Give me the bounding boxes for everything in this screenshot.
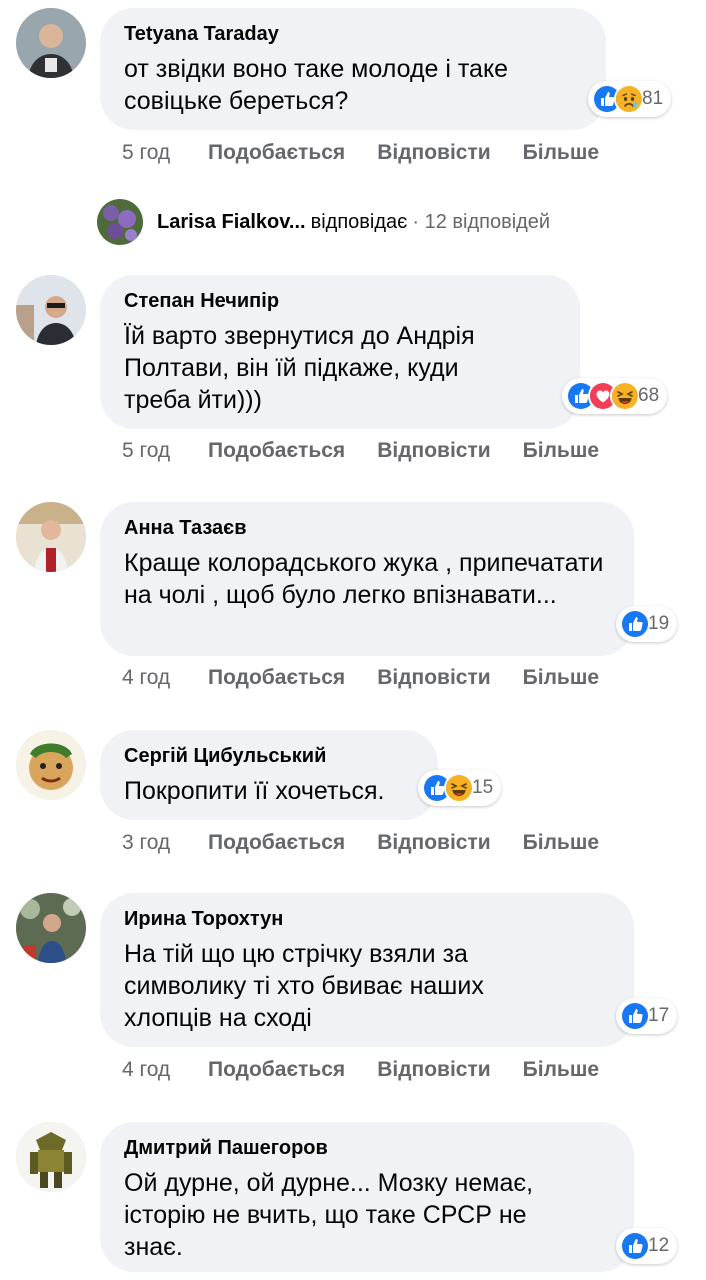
comment-time[interactable]: 5 год [122, 438, 208, 464]
reactions-badge[interactable]: 15 [418, 770, 502, 806]
reaction-count: 12 [648, 1235, 670, 1256]
more-button[interactable]: Більше [523, 438, 599, 464]
more-button[interactable]: Більше [523, 830, 599, 856]
replier-avatar [97, 199, 143, 245]
reactions-badge[interactable]: 68 [562, 378, 668, 414]
like-button[interactable]: Подобається [208, 1057, 345, 1083]
comment-bubble: Сергій Цибульський Покропити її хочеться… [100, 730, 438, 820]
sad-icon [614, 84, 644, 114]
comment-bubble: Анна Тазаєв Краще колорадського жука , п… [100, 502, 634, 656]
more-button[interactable]: Більше [523, 1057, 599, 1083]
view-replies-link[interactable]: Larisa Fialkov... відповідає · 12 відпов… [97, 198, 550, 246]
comment-text: Ой дурне, ой дурне... Мозку немає, істор… [124, 1169, 534, 1261]
comment-time[interactable]: 5 год [122, 140, 208, 166]
reaction-count: 15 [472, 777, 494, 798]
comment-author[interactable]: Ирина Торохтун [124, 906, 610, 932]
comment-author[interactable]: Анна Тазаєв [124, 515, 610, 541]
reactions-badge[interactable]: 12 [616, 1228, 678, 1264]
like-button[interactable]: Подобається [208, 665, 345, 691]
comment-text: Краще колорадського жука , припечатати н… [124, 549, 604, 609]
avatar[interactable] [16, 275, 86, 345]
reply-button[interactable]: Відповісти [377, 665, 490, 691]
comment-author[interactable]: Дмитрий Пашегоров [124, 1135, 610, 1161]
replies-verb: відповідає [310, 210, 408, 233]
like-icon [620, 1001, 650, 1031]
avatar[interactable] [16, 8, 86, 78]
more-button[interactable]: Більше [523, 665, 599, 691]
comment-bubble: Ирина Торохтун На тій що цю стрічку взял… [100, 893, 634, 1047]
reactions-badge[interactable]: 19 [616, 606, 678, 642]
comment-text: Їй варто звернутися до Андрія Полтави, в… [124, 322, 475, 414]
avatar[interactable] [16, 730, 86, 800]
comment-time[interactable]: 4 год [122, 665, 208, 691]
reply-button[interactable]: Відповісти [377, 438, 490, 464]
haha-icon [610, 381, 640, 411]
reply-button[interactable]: Відповісти [377, 1057, 490, 1083]
comment-author[interactable]: Сергій Цибульський [124, 743, 414, 769]
comment-text: от звідки воно таке молоде і таке совіць… [124, 55, 509, 115]
comment-author[interactable]: Tetyana Taraday [124, 21, 582, 47]
comment-actions: 3 год Подобається Відповісти Більше [122, 830, 631, 856]
comment-actions: 4 год Подобається Відповісти Більше [122, 665, 631, 691]
like-button[interactable]: Подобається [208, 830, 345, 856]
like-icon [620, 609, 650, 639]
reaction-count: 19 [648, 613, 670, 634]
more-button[interactable]: Більше [523, 140, 599, 166]
comment-text: На тій що цю стрічку взяли за символику … [124, 940, 484, 1032]
reaction-count: 17 [648, 1005, 670, 1026]
comment-time[interactable]: 4 год [122, 1057, 208, 1083]
comment-actions: 5 год Подобається Відповісти Більше [122, 140, 631, 166]
reaction-count: 81 [642, 88, 664, 109]
comment-author[interactable]: Степан Нечипір [124, 288, 556, 314]
avatar[interactable] [16, 1122, 86, 1192]
avatar[interactable] [16, 893, 86, 963]
like-button[interactable]: Подобається [208, 438, 345, 464]
reaction-count: 68 [638, 385, 660, 406]
comment-text: Покропити її хочеться. [124, 777, 385, 805]
reply-button[interactable]: Відповісти [377, 830, 490, 856]
comment-bubble: Дмитрий Пашегоров Ой дурне, ой дурне... … [100, 1122, 634, 1272]
reactions-badge[interactable]: 17 [616, 998, 678, 1034]
comment-time[interactable]: 3 год [122, 830, 208, 856]
reply-button[interactable]: Відповісти [377, 140, 490, 166]
like-icon [620, 1231, 650, 1261]
replier-name: Larisa Fialkov... [157, 210, 306, 233]
replies-count: · 12 відповідей [412, 210, 551, 233]
comment-bubble: Степан Нечипір Їй варто звернутися до Ан… [100, 275, 580, 429]
like-button[interactable]: Подобається [208, 140, 345, 166]
reactions-badge[interactable]: 81 [588, 81, 672, 117]
comment-actions: 4 год Подобається Відповісти Більше [122, 1057, 631, 1083]
haha-icon [444, 773, 474, 803]
avatar[interactable] [16, 502, 86, 572]
comment-bubble: Tetyana Taraday от звідки воно таке моло… [100, 8, 606, 130]
comment-actions: 5 год Подобається Відповісти Більше [122, 438, 631, 464]
